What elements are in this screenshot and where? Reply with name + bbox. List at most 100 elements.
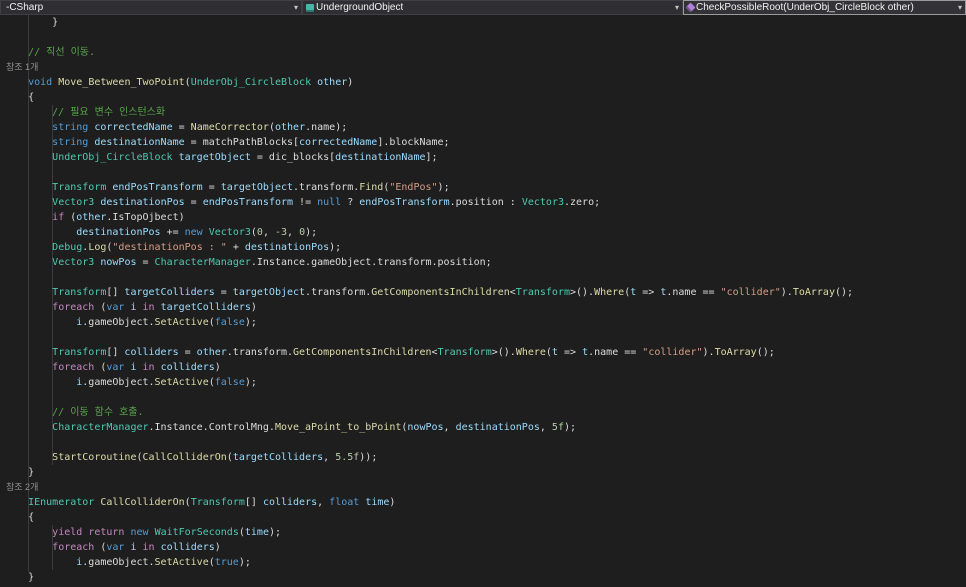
code-token: ) <box>214 542 221 553</box>
chevron-down-icon: ▾ <box>293 2 298 12</box>
method-icon <box>685 2 696 13</box>
code-token: new <box>184 227 203 238</box>
code-token: destinationName <box>94 137 185 148</box>
code-token: SetActive <box>154 317 209 328</box>
code-token: foreach <box>52 542 95 553</box>
code-token: .transform. <box>305 287 372 298</box>
code-token: 5.5f <box>335 452 360 463</box>
code-token: other <box>317 77 348 88</box>
code-token: += <box>160 227 185 238</box>
code-token: != <box>293 197 318 208</box>
code-token: other <box>274 122 306 133</box>
code-token: CharacterManager <box>52 422 149 433</box>
code-token: (); <box>834 287 854 298</box>
code-token: destinationPos <box>76 227 161 238</box>
code-token: destinationPos <box>244 242 330 253</box>
code-line: Transform endPosTransform = targetObject… <box>0 180 966 195</box>
code-token: yield <box>52 527 83 538</box>
code-token: endPosTransform <box>112 182 203 193</box>
code-token: Vector3 <box>52 257 95 268</box>
code-token: .gameObject. <box>82 377 155 388</box>
code-token: targetColliders <box>124 287 215 298</box>
code-token: // 이동 함수 호출. <box>4 407 144 418</box>
project-dropdown-label: -CSharp <box>6 2 44 13</box>
code-token: correctedName <box>299 137 378 148</box>
code-token: other <box>196 347 227 358</box>
code-line: i.gameObject.SetActive(false); <box>0 375 966 390</box>
code-token: >(). <box>491 347 516 358</box>
code-token: var <box>106 302 125 313</box>
code-token: ). <box>780 287 793 298</box>
code-token: ); <box>563 422 577 433</box>
code-token: if <box>52 212 65 223</box>
code-line: string destinationName = matchPathBlocks… <box>0 135 966 150</box>
code-token: // 필요 변수 인스턴스화 <box>4 107 166 118</box>
code-token: in <box>142 542 155 553</box>
type-dropdown-label: UndergroundObject <box>316 2 404 13</box>
code-token: } <box>4 17 59 28</box>
code-token: foreach <box>52 362 95 373</box>
codelens-references[interactable]: 참조 2개 <box>0 480 966 495</box>
code-token: ) <box>214 362 221 373</box>
code-token: { <box>4 512 35 523</box>
code-token: false <box>214 377 245 388</box>
code-token: destinationPos <box>100 197 185 208</box>
code-token: destinationName <box>335 152 426 163</box>
code-token: + <box>226 242 245 253</box>
code-token: , <box>323 452 336 463</box>
member-dropdown[interactable]: CheckPossibleRoot(UnderObj_CircleBlock o… <box>683 0 966 15</box>
code-token: destinationPos <box>455 422 540 433</box>
code-line: if (other.IsTopOjbect) <box>0 210 966 225</box>
code-token: endPosTransform <box>359 197 450 208</box>
code-token: .gameObject. <box>82 317 155 328</box>
code-token: ( <box>94 302 107 313</box>
code-token: , <box>287 227 300 238</box>
type-dropdown[interactable]: UndergroundObject ▾ <box>302 0 683 15</box>
code-token: => <box>636 287 661 298</box>
code-token: >(). <box>569 287 595 298</box>
code-token: ); <box>329 242 342 253</box>
code-token: [] <box>106 287 125 298</box>
code-editor[interactable]: } // 직선 이동. 참조 1개 void Move_Between_TwoPo… <box>0 15 966 587</box>
code-token: void <box>28 77 53 88</box>
code-token: .Instance.ControlMng. <box>148 422 275 433</box>
code-token: } <box>4 467 35 478</box>
codelens-references[interactable]: 참조 1개 <box>0 60 966 75</box>
code-token: IEnumerator <box>28 497 95 508</box>
code-token: [] <box>244 497 263 508</box>
project-dropdown[interactable]: -CSharp ▾ <box>0 0 302 15</box>
code-token: .name == <box>666 287 721 298</box>
code-token: ( <box>64 212 77 223</box>
code-token: GetComponentsInChildren <box>293 347 432 358</box>
code-token: = <box>178 347 197 358</box>
code-token: } <box>4 572 35 583</box>
code-token: foreach <box>52 302 95 313</box>
navigation-bar: -CSharp ▾ UndergroundObject ▾ CheckPossi… <box>0 0 966 15</box>
code-token: .name == <box>588 347 643 358</box>
code-token: Transform <box>52 347 107 358</box>
code-line: } <box>0 15 966 30</box>
code-line: { <box>0 510 966 525</box>
chevron-down-icon: ▾ <box>674 2 679 12</box>
code-line: void Move_Between_TwoPoint(UnderObj_Circ… <box>0 75 966 90</box>
code-token: { <box>4 92 35 103</box>
code-token: -3 <box>275 227 288 238</box>
code-token: in <box>142 302 155 313</box>
code-token: ); <box>268 527 282 538</box>
code-token: ToArray <box>714 347 757 358</box>
code-lines: } // 직선 이동. 참조 1개 void Move_Between_TwoPo… <box>0 15 966 585</box>
code-token: in <box>142 362 155 373</box>
code-token: , <box>539 422 552 433</box>
code-token: = <box>172 122 191 133</box>
code-token: ) <box>250 302 257 313</box>
